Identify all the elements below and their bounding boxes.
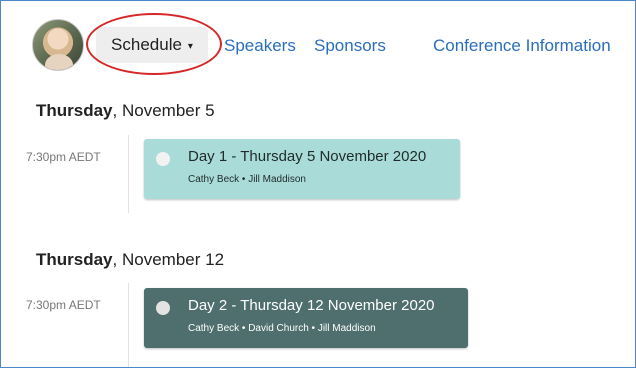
event-status-dot-icon: [156, 301, 170, 315]
top-nav: Schedule ▾ Speakers Sponsors Conference …: [0, 0, 636, 90]
day-date: , November 5: [112, 101, 215, 120]
day-heading: Thursday, November 12: [36, 250, 224, 270]
timeline-divider: [128, 283, 129, 367]
event-card[interactable]: Day 1 - Thursday 5 November 2020 Cathy B…: [144, 139, 460, 199]
nav-link-sponsors[interactable]: Sponsors: [314, 36, 386, 56]
day-heading: Thursday, November 5: [36, 101, 215, 121]
event-status-dot-icon: [156, 152, 170, 166]
event-title: Day 2 - Thursday 12 November 2020: [188, 297, 435, 314]
day-date: , November 12: [112, 250, 225, 269]
event-time: 7:30pm AEDT: [26, 298, 101, 312]
event-speakers: Cathy Beck • Jill Maddison: [188, 174, 306, 185]
event-card[interactable]: Day 2 - Thursday 12 November 2020 Cathy …: [144, 288, 468, 348]
day-weekday: Thursday: [36, 101, 113, 120]
user-avatar[interactable]: [32, 19, 84, 71]
annotation-highlight-circle: [86, 13, 222, 75]
nav-link-conference-information[interactable]: Conference Information: [433, 36, 611, 56]
nav-link-speakers[interactable]: Speakers: [224, 36, 296, 56]
event-title: Day 1 - Thursday 5 November 2020: [188, 148, 427, 165]
event-time: 7:30pm AEDT: [26, 150, 101, 164]
day-weekday: Thursday: [36, 250, 113, 269]
event-speakers: Cathy Beck • David Church • Jill Maddiso…: [188, 323, 376, 334]
timeline-divider: [128, 135, 129, 213]
